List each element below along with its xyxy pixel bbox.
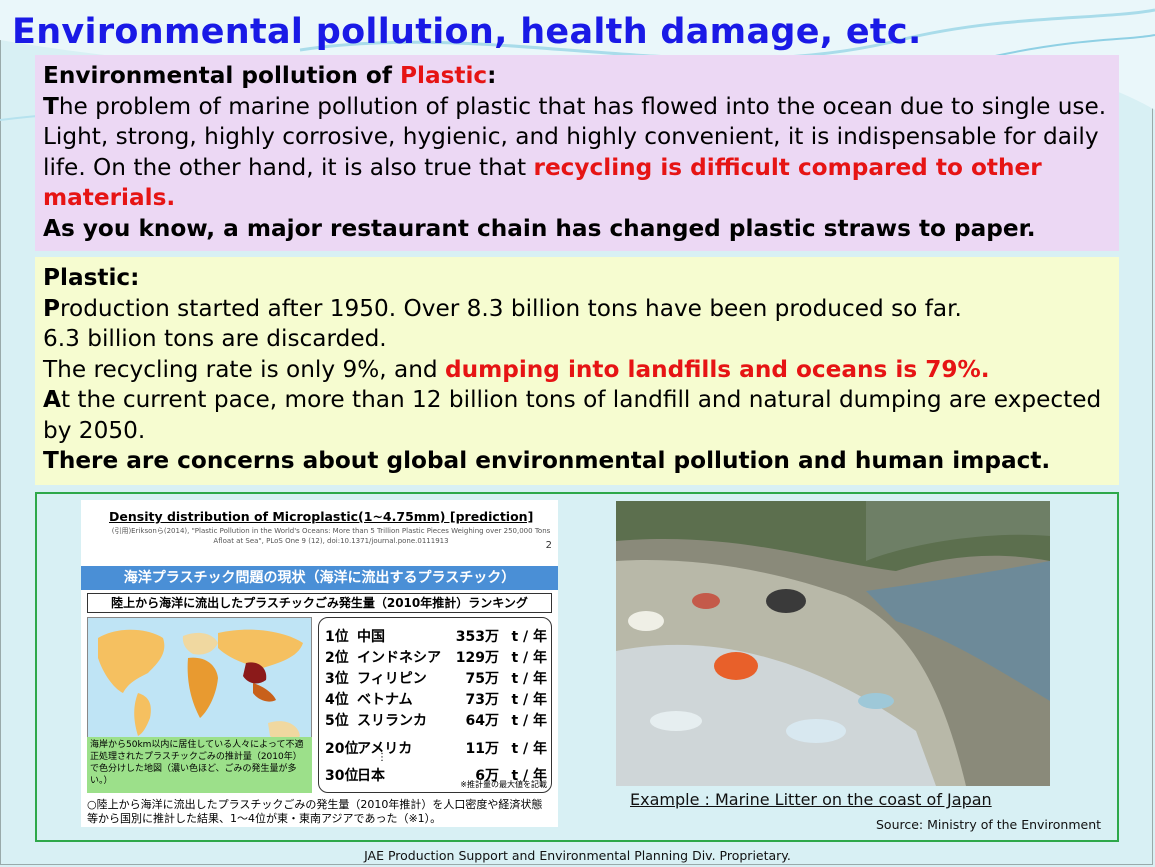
marine-litter-photo-graphic (616, 501, 1050, 786)
slide-page-number: 2 (545, 540, 552, 551)
slide-band-heading: 海洋プラスチック問題の現状（海洋に流出するプラスチック） (81, 566, 558, 590)
rank: 30位 (325, 768, 359, 784)
ranking-row: 4位 ベトナム 73万 t / 年 (325, 689, 547, 709)
rank: 4位 (325, 692, 349, 708)
country: 中国 (357, 629, 385, 645)
unit: t / 年 (511, 741, 547, 757)
country: 日本 (357, 768, 385, 784)
rank: 3位 (325, 671, 349, 687)
rank: 1位 (325, 629, 349, 645)
amount: 73万 (465, 692, 499, 708)
country: アメリカ (357, 741, 413, 757)
box1-paragraph: The problem of marine pollution of plast… (43, 92, 1111, 214)
box1-conclusion: As you know, a major restaurant chain ha… (43, 214, 1036, 242)
box1-heading: Environmental pollution of Plastic: (43, 61, 1111, 92)
rank: 20位 (325, 741, 359, 757)
photo-caption: Example : Marine Litter on the coast of … (630, 790, 992, 809)
box2-line-recycling: The recycling rate is only 9%, and dumpi… (43, 355, 1111, 386)
unit: t / 年 (511, 629, 547, 645)
ranking-ellipsis: ⋮ (377, 752, 387, 763)
rank: 5位 (325, 713, 349, 729)
country: フィリピン (357, 671, 427, 687)
page-title: Environmental pollution, health damage, … (12, 12, 922, 52)
box2-lead-letter-p: P (43, 294, 60, 322)
amount: 353万 (455, 629, 499, 645)
unit: t / 年 (511, 692, 547, 708)
slide-title: Density distribution of Microplastic(1~4… (109, 509, 534, 524)
box1-heading-suffix: : (487, 62, 497, 89)
box2-lead-letter-a: A (43, 386, 61, 413)
box2-line-production: Production started after 1950. Over 8.3 … (43, 294, 1111, 325)
embedded-slide-image: Density distribution of Microplastic(1~4… (81, 500, 558, 827)
photo-source: Source: Ministry of the Environment (876, 817, 1102, 832)
box2-conclusion: There are concerns about global environm… (43, 447, 1051, 474)
amount: 11万 (465, 741, 499, 757)
page-footer: JAE Production Support and Environmental… (364, 848, 791, 863)
box2-line-discarded: 6.3 billion tons are discarded. (43, 325, 387, 352)
slide-subheading: 陸上から海洋に流出したプラスチックごみ発生量（2010年推計）ランキング (87, 593, 552, 613)
ranking-row: 3位 フィリピン 75万 t / 年 (325, 668, 547, 688)
unit: t / 年 (511, 650, 547, 666)
box2-heading: Plastic: (43, 264, 140, 291)
ranking-row: 5位 スリランカ 64万 t / 年 (325, 710, 547, 730)
slide-citation: (引用)Eriksonら(2014), "Plastic Pollution i… (111, 527, 551, 545)
ranking-row: 2位 インドネシア 129万 t / 年 (325, 647, 547, 667)
country: インドネシア (357, 650, 441, 666)
plastic-facts-box: Plastic: Production started after 1950. … (35, 257, 1119, 485)
amount: 64万 (465, 713, 499, 729)
unit: t / 年 (511, 671, 547, 687)
ranking-box: 1位 中国 353万 t / 年 2位 インドネシア 129万 t / 年 3位 フィリピン 7… (318, 617, 552, 793)
country: スリランカ (357, 713, 427, 729)
ranking-row: 20位アメリカ 11万 t / 年 (325, 738, 547, 758)
box2-line-forecast: At the current pace, more than 12 billio… (43, 385, 1111, 446)
box1-lead-letter: T (43, 92, 59, 120)
box1-heading-word: Plastic (400, 62, 488, 89)
box2-forecast-text: t the current pace, more than 12 billion… (43, 386, 1102, 444)
country: ベトナム (357, 692, 413, 708)
map-note: 海岸から50km以内に居住している人々によって不適正処理されたプラスチックごみの… (87, 737, 312, 793)
plastic-pollution-box: Environmental pollution of Plastic: The … (35, 55, 1119, 251)
unit: t / 年 (511, 713, 547, 729)
box2-highlight: dumping into landfills and oceans is 79%… (444, 355, 990, 383)
amount: 75万 (465, 671, 499, 687)
ranking-row: 1位 中国 353万 t / 年 (325, 626, 547, 646)
slide-footnote: ○陸上から海洋に流出したプラスチックごみの発生量（2010年推計）を人口密度や経… (87, 798, 543, 825)
rank: 2位 (325, 650, 349, 666)
box2-production-text: roduction started after 1950. Over 8.3 b… (60, 294, 962, 322)
box2-recycling-text: The recycling rate is only 9%, and (43, 355, 445, 383)
box1-heading-prefix: Environmental pollution of (43, 62, 400, 89)
marine-litter-photo (616, 501, 1050, 786)
amount: 129万 (455, 650, 499, 666)
ranking-note: ※推計量の最大値を記載 (460, 780, 547, 789)
